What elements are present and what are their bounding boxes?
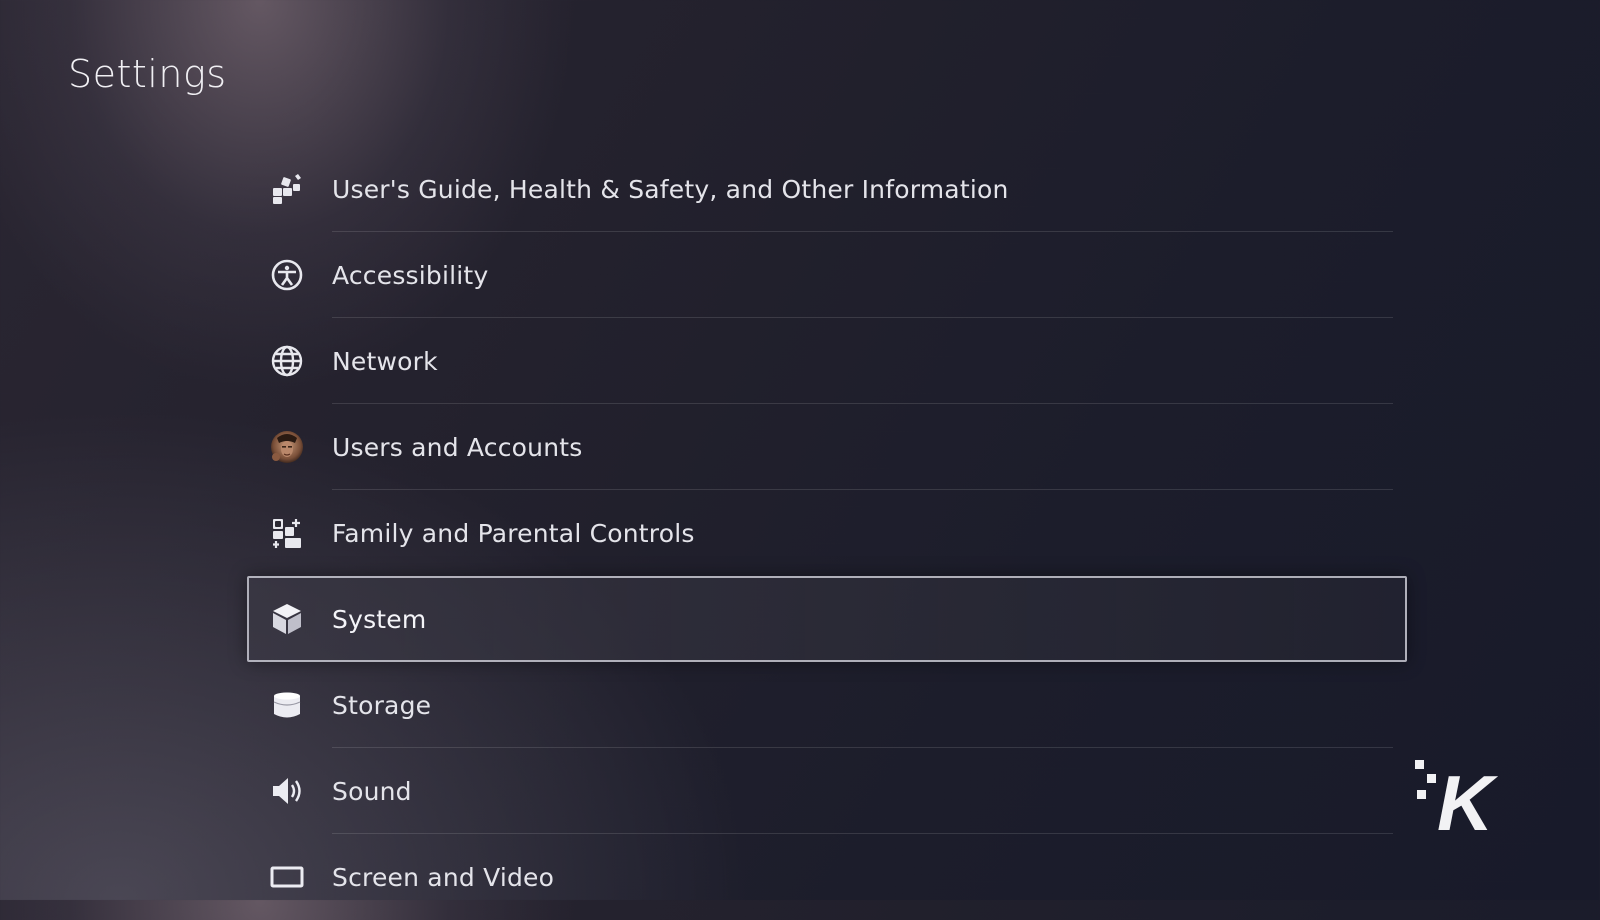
menu-item-screen-video[interactable]: Screen and Video [247, 834, 1407, 920]
storage-icon [269, 687, 305, 723]
settings-menu: User's Guide, Health & Safety, and Other… [247, 146, 1407, 920]
knowtechie-logo-icon: K [1415, 760, 1505, 850]
family-controls-icon [269, 515, 305, 551]
menu-item-label: Storage [332, 690, 432, 720]
watermark-letter: K [1437, 759, 1494, 847]
user-avatar-icon [269, 429, 305, 465]
menu-item-network[interactable]: Network [247, 318, 1407, 404]
menu-item-accessibility[interactable]: Accessibility [247, 232, 1407, 318]
guide-icon [269, 171, 305, 207]
globe-icon [269, 343, 305, 379]
menu-item-label: Family and Parental Controls [332, 518, 695, 548]
speaker-icon [269, 773, 305, 809]
menu-item-sound[interactable]: Sound [247, 748, 1407, 834]
page-title: Settings [68, 52, 227, 96]
screen-icon [269, 859, 305, 895]
cube-icon [269, 601, 305, 637]
menu-item-users-guide[interactable]: User's Guide, Health & Safety, and Other… [247, 146, 1407, 232]
menu-item-family-parental-controls[interactable]: Family and Parental Controls [247, 490, 1407, 576]
menu-item-label: Network [332, 346, 438, 376]
menu-item-label: User's Guide, Health & Safety, and Other… [332, 174, 1009, 204]
menu-item-users-accounts[interactable]: Users and Accounts [247, 404, 1407, 490]
menu-item-label: Sound [332, 776, 412, 806]
menu-item-label: Screen and Video [332, 862, 555, 892]
menu-item-system[interactable]: System [247, 576, 1407, 662]
menu-item-storage[interactable]: Storage [247, 662, 1407, 748]
accessibility-icon [269, 257, 305, 293]
menu-item-label: Users and Accounts [332, 432, 583, 462]
menu-item-label: Accessibility [332, 260, 489, 290]
menu-item-label: System [332, 604, 427, 634]
